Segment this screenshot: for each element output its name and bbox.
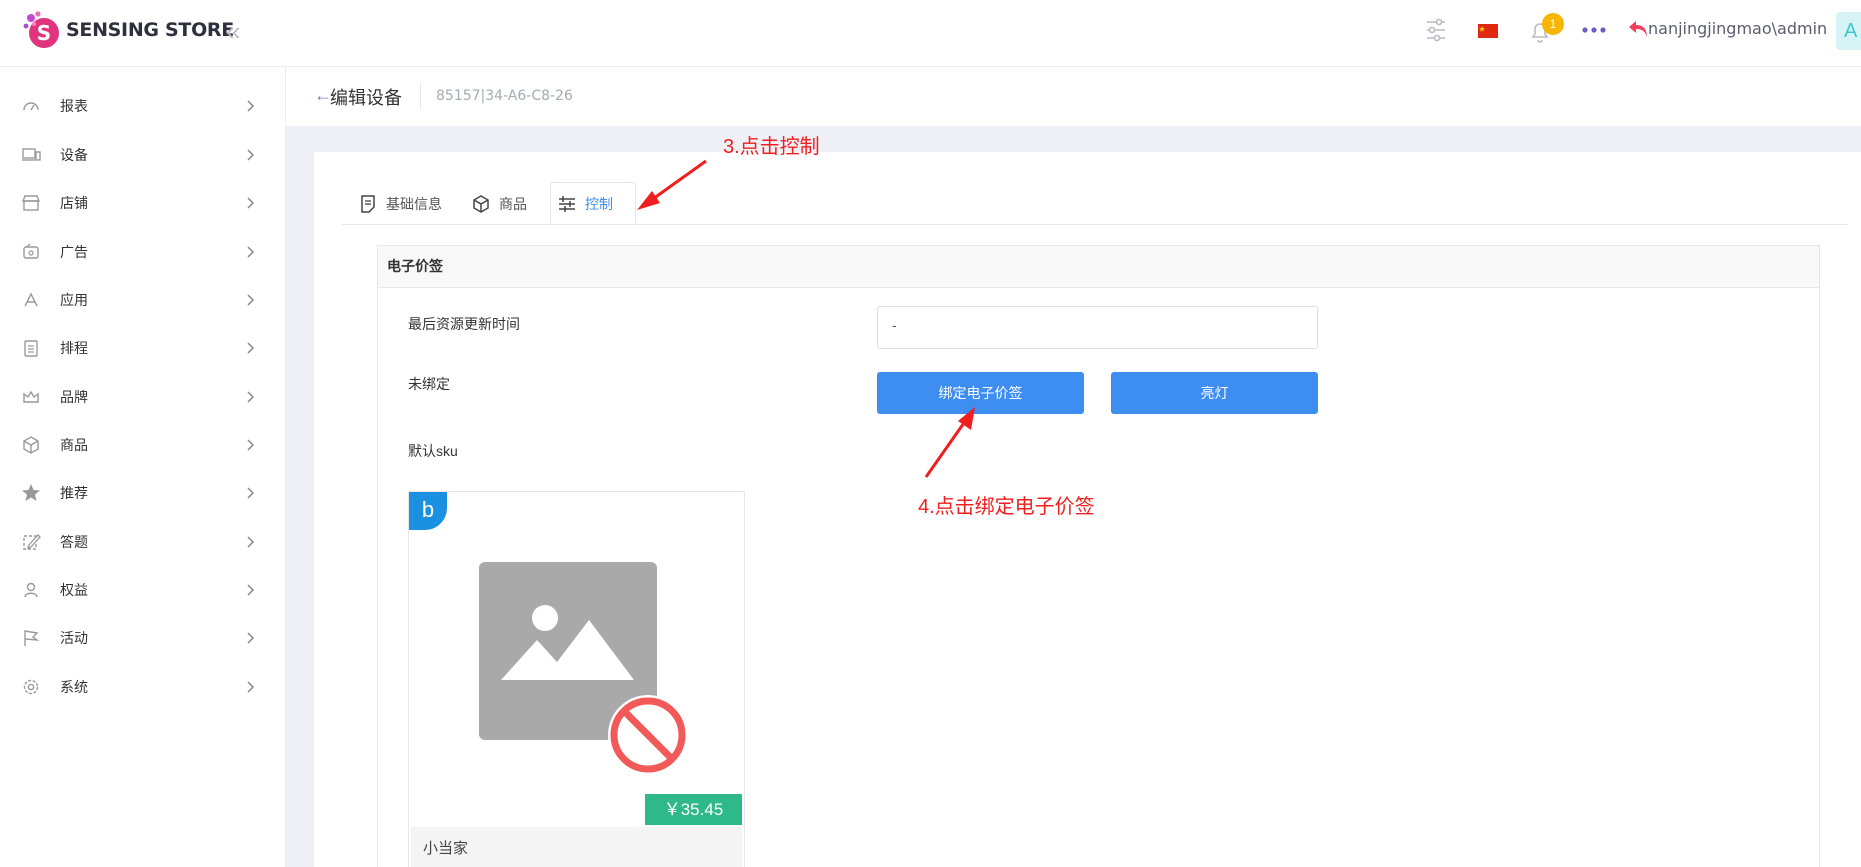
tabs-divider — [342, 224, 1848, 225]
sidebar-item-label: 广告 — [60, 244, 88, 260]
sidebar-item-label: 推荐 — [60, 485, 88, 501]
default-sku-label: 默认sku — [408, 443, 458, 459]
chevron-right-icon — [247, 632, 255, 644]
apps-icon — [24, 292, 38, 307]
devices-icon — [22, 148, 41, 161]
sidebar-item-products[interactable]: 商品 — [0, 425, 286, 465]
document-icon — [361, 194, 375, 213]
sidebar-item-recommend[interactable]: 推荐 — [0, 473, 286, 513]
avatar[interactable]: A — [1836, 12, 1861, 50]
tab-label: 控制 — [585, 195, 613, 212]
sidebar-item-activities[interactable]: 活动 — [0, 618, 286, 658]
sidebar-item-reports[interactable]: 报表 — [0, 86, 286, 126]
chevron-right-icon — [247, 197, 255, 209]
chevron-right-icon — [247, 100, 255, 112]
sku-price: ￥35.45 — [645, 794, 742, 825]
gear-icon — [23, 679, 39, 695]
schedule-icon — [24, 340, 38, 357]
edit-icon — [23, 534, 41, 550]
collapse-sidebar-icon[interactable]: « — [226, 18, 240, 44]
more-icon[interactable] — [1582, 27, 1606, 33]
sidebar-item-system[interactable]: 系统 — [0, 667, 286, 707]
bind-status-label: 未绑定 — [408, 376, 450, 392]
sidebar-item-label: 店铺 — [60, 195, 88, 211]
user-icon — [24, 582, 38, 598]
tab-label: 商品 — [499, 195, 527, 212]
sidebar-item-label: 答题 — [60, 534, 88, 550]
tab-control[interactable]: 控制 — [550, 182, 636, 225]
no-image-icon — [608, 695, 688, 775]
sensing-logo-icon: S — [23, 11, 59, 48]
sidebar-item-label: 报表 — [60, 98, 88, 114]
sidebar-item-schedule[interactable]: 排程 — [0, 328, 286, 368]
crown-icon — [23, 390, 39, 403]
dashboard-icon — [23, 102, 39, 111]
sidebar-item-label: 活动 — [60, 630, 88, 646]
divider — [420, 83, 421, 109]
chevron-right-icon — [247, 536, 255, 548]
sidebar-item-stores[interactable]: 店铺 — [0, 183, 286, 223]
sidebar: 报表 设备 店铺 广告 应用 排程 品牌 商品 推荐 答题 权益 活动 系统 — [0, 67, 286, 867]
svg-text:S: S — [37, 21, 51, 45]
box-icon — [23, 436, 39, 454]
sku-card[interactable]: b ￥35.45 小当家 — [408, 491, 745, 867]
tab-label: 基础信息 — [386, 195, 442, 212]
sidebar-item-label: 系统 — [60, 679, 88, 695]
store-icon — [21, 195, 41, 211]
settings-sliders-icon[interactable] — [1425, 18, 1447, 42]
notification-badge: 1 — [1542, 13, 1564, 35]
bind-label-button[interactable]: 绑定电子价签 — [877, 372, 1084, 414]
sidebar-item-devices[interactable]: 设备 — [0, 135, 286, 175]
electronic-label-panel: 电子价签 最后资源更新时间 - 未绑定 绑定电子价签 亮灯 默认sku b ￥3… — [377, 245, 1820, 867]
chevron-right-icon — [247, 584, 255, 596]
chevron-right-icon — [247, 246, 255, 258]
sidebar-item-brands[interactable]: 品牌 — [0, 377, 286, 417]
panel-title: 电子价签 — [378, 246, 1819, 288]
sidebar-item-label: 应用 — [60, 292, 88, 308]
china-flag-icon[interactable] — [1478, 24, 1498, 38]
brand-name: SENSING STORE — [66, 19, 234, 41]
logo[interactable]: S SENSING STORE — [22, 10, 234, 50]
tab-basic-info[interactable]: 基础信息 — [352, 182, 448, 225]
chevron-right-icon — [247, 294, 255, 306]
chevron-right-icon — [247, 439, 255, 451]
logout-icon[interactable] — [1627, 19, 1649, 39]
sidebar-item-label: 品牌 — [60, 389, 88, 405]
sku-badge: b — [409, 492, 447, 530]
sidebar-item-ads[interactable]: 广告 — [0, 232, 286, 272]
sliders-icon — [559, 195, 575, 212]
chevron-right-icon — [247, 149, 255, 161]
page-title-bar: ← 编辑设备 85157|34-A6-C8-26 — [286, 67, 1861, 126]
sidebar-item-apps[interactable]: 应用 — [0, 280, 286, 320]
device-id: 85157|34-A6-C8-26 — [436, 88, 573, 104]
sidebar-item-quiz[interactable]: 答题 — [0, 522, 286, 562]
sku-name-bar: 小当家 — [411, 827, 742, 867]
chevron-right-icon — [247, 342, 255, 354]
tab-products[interactable]: 商品 — [465, 182, 533, 225]
light-button[interactable]: 亮灯 — [1111, 372, 1318, 414]
flag-icon — [24, 630, 40, 646]
ad-icon — [23, 243, 39, 259]
chevron-right-icon — [247, 487, 255, 499]
user-name[interactable]: nanjingjingmao\admin — [1648, 19, 1827, 38]
annotation-step3: 3.点击控制 — [723, 136, 820, 158]
page-title: 编辑设备 — [330, 88, 402, 108]
sidebar-item-label: 设备 — [60, 147, 88, 163]
sidebar-item-label: 商品 — [60, 437, 88, 453]
sidebar-item-benefits[interactable]: 权益 — [0, 570, 286, 610]
top-header: S SENSING STORE « 1 nanjingjingmao\admin… — [0, 0, 1861, 67]
star-icon — [22, 484, 40, 501]
sidebar-item-label: 权益 — [60, 582, 88, 598]
annotation-step4: 4.点击绑定电子价签 — [918, 496, 1095, 518]
cube-icon — [473, 194, 489, 213]
sidebar-item-label: 排程 — [60, 340, 88, 356]
last-update-field[interactable]: - — [877, 306, 1318, 349]
chevron-right-icon — [247, 681, 255, 693]
last-update-label: 最后资源更新时间 — [408, 316, 520, 332]
chevron-right-icon — [247, 391, 255, 403]
sku-name: 小当家 — [423, 840, 469, 857]
